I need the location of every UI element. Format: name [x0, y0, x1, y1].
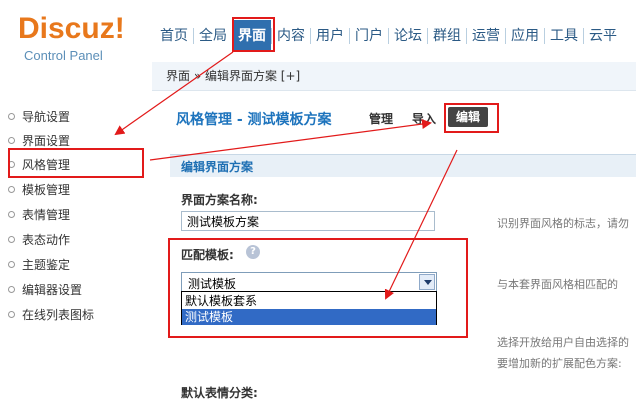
- annotation-arrows: [114, 51, 458, 300]
- arrow-nav-to-sidebar: [114, 51, 234, 136]
- arrow-sidebar-to-edit: [149, 119, 432, 161]
- arrow-edit-to-select: [384, 149, 458, 300]
